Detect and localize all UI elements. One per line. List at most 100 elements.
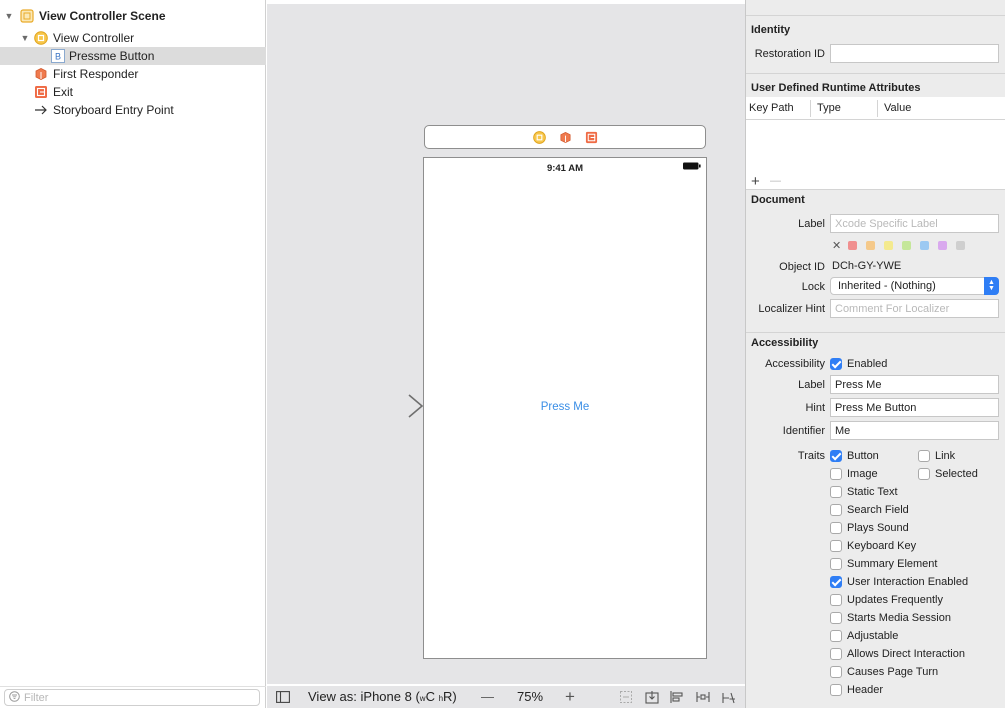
hint-field[interactable]	[830, 398, 999, 417]
battery-icon	[683, 162, 701, 170]
traits-label: Traits	[797, 450, 825, 462]
identifier-field[interactable]	[830, 421, 999, 440]
trait-header-checkbox[interactable]	[830, 684, 842, 696]
trait-image-label: Image	[847, 468, 878, 480]
trait-button-checkbox[interactable]	[830, 450, 842, 462]
zoom-in-button[interactable]: +	[565, 687, 575, 707]
press-me-button[interactable]: Press Me	[424, 401, 706, 413]
swatch-blue[interactable]	[920, 241, 929, 250]
hint-input[interactable]	[830, 398, 999, 417]
trait-search-field-checkbox[interactable]	[830, 504, 842, 516]
outline-item-label: Pressme Button	[69, 49, 155, 63]
outline-item-view-controller-scene[interactable]: ▼ View Controller Scene	[0, 7, 266, 25]
outline-item-exit[interactable]: Exit	[0, 83, 266, 101]
disclosure-triangle-icon[interactable]: ▼	[4, 11, 14, 21]
accessibility-enabled-checkbox[interactable]	[830, 358, 842, 370]
status-bar-time: 9:41 AM	[546, 163, 584, 174]
remove-attribute-button[interactable]: —	[770, 175, 781, 187]
outline-item-label: First Responder	[53, 67, 139, 81]
column-key-path[interactable]: Key Path	[749, 102, 794, 114]
identity-inspector: Identity Restoration ID User Defined Run…	[745, 0, 1005, 708]
restoration-id-input[interactable]	[830, 44, 999, 63]
clear-color-icon[interactable]: ✕	[832, 239, 841, 252]
swatch-orange[interactable]	[866, 241, 875, 250]
document-label-input[interactable]	[830, 214, 999, 233]
trait-plays-sound-checkbox[interactable]	[830, 522, 842, 534]
document-label-label: Label	[798, 218, 825, 230]
column-type[interactable]: Type	[817, 102, 841, 114]
outline-item-label: View Controller	[53, 31, 135, 45]
popup-chevrons-icon: ▲ ▼	[984, 277, 999, 295]
column-separator	[810, 100, 811, 117]
trait-summary-element-label: Summary Element	[847, 558, 938, 570]
add-attribute-button[interactable]: +	[751, 173, 760, 190]
disclosure-triangle-icon[interactable]: ▼	[20, 33, 30, 43]
trait-updates-frequently-label: Updates Frequently	[847, 594, 943, 606]
trait-causes-page-turn-checkbox[interactable]	[830, 666, 842, 678]
trait-summary-element-checkbox[interactable]	[830, 558, 842, 570]
accessibility-enabled-label: Enabled	[847, 358, 888, 370]
runtime-attributes-table[interactable]: Key Path Type Value	[746, 97, 1005, 189]
identifier-label: Identifier	[782, 425, 825, 437]
sidebar-toggle-icon[interactable]	[276, 690, 290, 704]
update-frames-icon[interactable]	[619, 690, 633, 704]
outline-item-storyboard-entry-point[interactable]: Storyboard Entry Point	[0, 101, 266, 119]
trait-link-checkbox[interactable]	[918, 450, 930, 462]
accessibility-label-input[interactable]	[830, 375, 999, 394]
storyboard-entry-arrow-icon[interactable]	[349, 394, 424, 418]
iphone-view[interactable]: 9:41 AM Press Me	[423, 157, 707, 659]
table-header: Key Path Type Value	[746, 97, 1005, 120]
trait-image-checkbox[interactable]	[830, 468, 842, 480]
localizer-hint-field[interactable]	[830, 299, 999, 318]
identifier-input[interactable]	[830, 421, 999, 440]
filter-input[interactable]: Filter	[4, 689, 260, 706]
trait-user-interaction-enabled-checkbox[interactable]	[830, 576, 842, 588]
trait-adjustable-checkbox[interactable]	[830, 630, 842, 642]
document-outline: ▼ View Controller Scene ▼ View Controlle…	[0, 0, 266, 708]
trait-starts-media-session-checkbox[interactable]	[830, 612, 842, 624]
zoom-out-button[interactable]: —	[481, 689, 494, 704]
scene-dock	[424, 125, 706, 149]
lock-popup-button[interactable]: Inherited - (Nothing) ▲ ▼	[830, 277, 999, 295]
trait-keyboard-key-checkbox[interactable]	[830, 540, 842, 552]
runtime-attributes-heading: User Defined Runtime Attributes	[751, 82, 921, 94]
trait-selected-label: Selected	[935, 468, 978, 480]
localizer-hint-input[interactable]	[830, 299, 999, 318]
accessibility-label-label: Label	[798, 379, 825, 391]
storyboard-canvas[interactable]: 9:41 AM Press Me	[267, 4, 745, 684]
outline-item-view-controller[interactable]: ▼ View Controller	[0, 29, 266, 47]
exit-icon[interactable]	[584, 130, 598, 144]
trait-static-text-checkbox[interactable]	[830, 486, 842, 498]
trait-adjustable-label: Adjustable	[847, 630, 899, 642]
column-value[interactable]: Value	[884, 102, 911, 114]
view-as-device-button[interactable]: View as: iPhone 8 (wC hR)	[308, 689, 457, 704]
outline-item-first-responder[interactable]: First Responder	[0, 65, 266, 83]
trait-causes-page-turn-label: Causes Page Turn	[847, 666, 939, 678]
swatch-purple[interactable]	[938, 241, 947, 250]
add-constraints-icon[interactable]	[696, 690, 710, 704]
document-label-field[interactable]	[830, 214, 999, 233]
swatch-green[interactable]	[902, 241, 911, 250]
trait-link-label: Link	[935, 450, 956, 462]
first-responder-icon[interactable]	[558, 130, 572, 144]
embed-in-stack-icon[interactable]	[645, 690, 659, 704]
swatch-yellow[interactable]	[884, 241, 893, 250]
align-icon[interactable]	[670, 690, 684, 704]
swatch-red[interactable]	[848, 241, 857, 250]
trait-selected-checkbox[interactable]	[918, 468, 930, 480]
localizer-hint-label: Localizer Hint	[758, 303, 825, 315]
size-class-h-value: R	[443, 689, 453, 704]
outline-item-pressme-button[interactable]: B Pressme Button	[0, 47, 266, 65]
filter-icon	[9, 690, 20, 705]
accessibility-label: Accessibility	[765, 358, 825, 370]
trait-allows-direct-interaction-checkbox[interactable]	[830, 648, 842, 660]
accessibility-label-field[interactable]	[830, 375, 999, 394]
trait-updates-frequently-checkbox[interactable]	[830, 594, 842, 606]
resolve-auto-layout-icon[interactable]	[722, 690, 736, 704]
filter-bar: Filter	[0, 686, 266, 708]
view-controller-icon[interactable]	[532, 130, 546, 144]
hint-label: Hint	[805, 402, 825, 414]
zoom-level: 75%	[517, 689, 544, 704]
swatch-gray[interactable]	[956, 241, 965, 250]
restoration-id-field[interactable]	[830, 44, 999, 63]
